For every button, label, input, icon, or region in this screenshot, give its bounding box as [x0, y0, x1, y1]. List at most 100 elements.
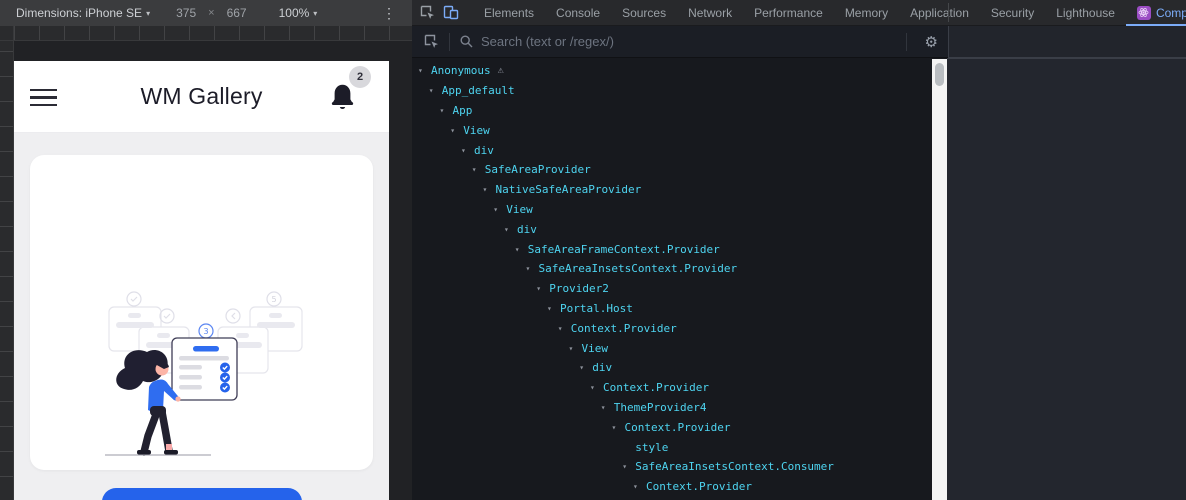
- tree-scrollbar[interactable]: [932, 59, 947, 500]
- gear-icon[interactable]: ⚙: [925, 33, 938, 51]
- expander-icon[interactable]: ▾: [633, 482, 642, 491]
- component-name: Context.Provider: [571, 322, 677, 335]
- expander-icon[interactable]: ▾: [493, 205, 502, 214]
- chevron-down-icon: ▾: [313, 9, 317, 18]
- empty-state-card: 5 3: [30, 155, 373, 470]
- component-name: NativeSafeAreaProvider: [496, 183, 642, 196]
- components-search-row: ⚙: [412, 26, 948, 58]
- tree-row[interactable]: ▾Context.Provider: [412, 477, 932, 497]
- tree-row[interactable]: ▾App_default: [412, 81, 932, 101]
- horizontal-ruler: [14, 26, 412, 41]
- tree-row[interactable]: ▾ div: [412, 358, 932, 378]
- expander-icon[interactable]: ▾: [601, 403, 610, 412]
- expander-icon[interactable]: ▾: [579, 363, 588, 372]
- react-logo-icon: [1137, 6, 1151, 20]
- device-viewport: WM Gallery 2: [14, 61, 389, 500]
- device-type-select[interactable]: Dimensions: iPhone SE: [16, 6, 142, 20]
- tree-row[interactable]: ▾ App: [412, 101, 932, 121]
- tree-row[interactable]: ▾ Context.Provider: [412, 417, 932, 437]
- expander-icon[interactable]: ▾: [461, 146, 470, 155]
- tree-row[interactable]: ▾View: [412, 338, 932, 358]
- tab-components[interactable]: Components: [1126, 0, 1186, 26]
- expander-icon[interactable]: ▾: [526, 264, 535, 273]
- tree-row[interactable]: ▾ SafeAreaInsetsContext.Consumer: [412, 457, 932, 477]
- expander-icon[interactable]: ▾: [558, 324, 567, 333]
- tree-row[interactable]: ▾ Context.Provider: [412, 318, 932, 338]
- tree-row[interactable]: ▾ SafeAreaProvider: [412, 160, 932, 180]
- tab-elements[interactable]: Elements: [473, 0, 545, 26]
- tab-network[interactable]: Network: [677, 0, 743, 26]
- component-name: Context.Provider: [625, 421, 731, 434]
- component-name: Anonymous: [431, 64, 491, 77]
- expander-icon[interactable]: ▾: [504, 225, 513, 234]
- devtools-panel: Elements Console Sources Network Perform…: [412, 0, 1186, 500]
- tab-lighthouse[interactable]: Lighthouse: [1045, 0, 1126, 26]
- tab-console[interactable]: Console: [545, 0, 611, 26]
- notification-count-badge: 2: [349, 66, 371, 88]
- tree-row[interactable]: ▾ Provider2: [412, 279, 932, 299]
- expander-icon[interactable]: ▾: [450, 126, 459, 135]
- dimensions-times-separator: ×: [208, 7, 214, 19]
- tree-row[interactable]: ▾ View: [412, 120, 932, 140]
- tree-row[interactable]: ▾Anonymous⚠: [412, 61, 932, 81]
- expander-icon[interactable]: ▾: [612, 423, 621, 432]
- component-name: div: [592, 361, 612, 374]
- tree-row[interactable]: ▾ View: [412, 200, 932, 220]
- tree-row[interactable]: ▾ div: [412, 219, 932, 239]
- component-tree: ▾Anonymous⚠ ▾App_default ▾App ▾View ▾div…: [412, 58, 932, 500]
- tree-row[interactable]: ▾SafeAreaInsetsContext.Provider: [412, 259, 932, 279]
- select-component-icon[interactable]: [424, 34, 439, 49]
- kebab-menu-icon[interactable]: ⋮: [382, 5, 396, 22]
- search-input[interactable]: [481, 34, 896, 49]
- component-name: App: [453, 104, 473, 117]
- tree-row[interactable]: ▾ NativeSafeAreaProvider: [412, 180, 932, 200]
- tab-sources[interactable]: Sources: [611, 0, 677, 26]
- inspect-element-icon[interactable]: [420, 4, 435, 21]
- component-name: View: [506, 203, 533, 216]
- component-name: style: [635, 441, 668, 454]
- tree-row[interactable]: ▾ Portal.Host: [412, 299, 932, 319]
- tree-row[interactable]: ▾style: [412, 437, 932, 457]
- expander-icon[interactable]: ▾: [590, 383, 599, 392]
- tree-row[interactable]: ▾Context.Provider: [412, 378, 932, 398]
- expander-icon[interactable]: ▾: [418, 66, 427, 75]
- expander-icon[interactable]: ▾: [440, 106, 449, 115]
- right-pane-header: [948, 26, 1186, 58]
- expander-icon[interactable]: ▾: [472, 165, 481, 174]
- tab-components-label: Components: [1156, 6, 1186, 20]
- tab-application[interactable]: Application: [899, 0, 980, 26]
- bell-icon[interactable]: [329, 83, 357, 113]
- expander-icon[interactable]: ▾: [622, 462, 631, 471]
- component-name: ThemeProvider4: [614, 401, 707, 414]
- scrollbar-thumb[interactable]: [935, 63, 944, 86]
- component-name: SafeAreaProvider: [485, 163, 591, 176]
- tree-row[interactable]: ▾ div: [412, 140, 932, 160]
- tab-memory[interactable]: Memory: [834, 0, 899, 26]
- viewport-height-field[interactable]: 667: [227, 6, 247, 20]
- tree-row[interactable]: ▾ ThemeProvider4: [412, 398, 932, 418]
- device-emulation-pane: Dimensions: iPhone SE ▾ 375 × 667 100% ▾…: [0, 0, 412, 500]
- component-name: SafeAreaInsetsContext.Consumer: [635, 460, 834, 473]
- component-name: div: [517, 223, 537, 236]
- tree-row[interactable]: ▾SafeAreaFrameContext.Provider: [412, 239, 932, 259]
- component-name: View: [463, 124, 490, 137]
- expander-icon[interactable]: ▾: [515, 245, 524, 254]
- expander-icon[interactable]: ▾: [536, 284, 545, 293]
- component-name: Provider2: [549, 282, 609, 295]
- svg-text:3: 3: [203, 327, 208, 336]
- primary-cta-button[interactable]: [102, 488, 302, 500]
- expander-icon[interactable]: ▾: [569, 344, 578, 353]
- viewport-width-field[interactable]: 375: [176, 6, 196, 20]
- tab-performance[interactable]: Performance: [743, 0, 834, 26]
- zoom-select[interactable]: 100% ▾: [279, 6, 318, 20]
- expander-icon[interactable]: ▾: [547, 304, 556, 313]
- expander-icon[interactable]: ▾: [483, 185, 492, 194]
- tab-security[interactable]: Security: [980, 0, 1045, 26]
- device-toolbar-toggle-icon[interactable]: [443, 4, 459, 21]
- vertical-ruler: [0, 26, 14, 500]
- component-name: div: [474, 144, 494, 157]
- expander-icon[interactable]: ▾: [429, 86, 438, 95]
- component-name: Portal.Host: [560, 302, 633, 315]
- device-toolbar: Dimensions: iPhone SE ▾ 375 × 667 100% ▾…: [0, 0, 412, 26]
- screenshot-root: Dimensions: iPhone SE ▾ 375 × 667 100% ▾…: [0, 0, 1186, 500]
